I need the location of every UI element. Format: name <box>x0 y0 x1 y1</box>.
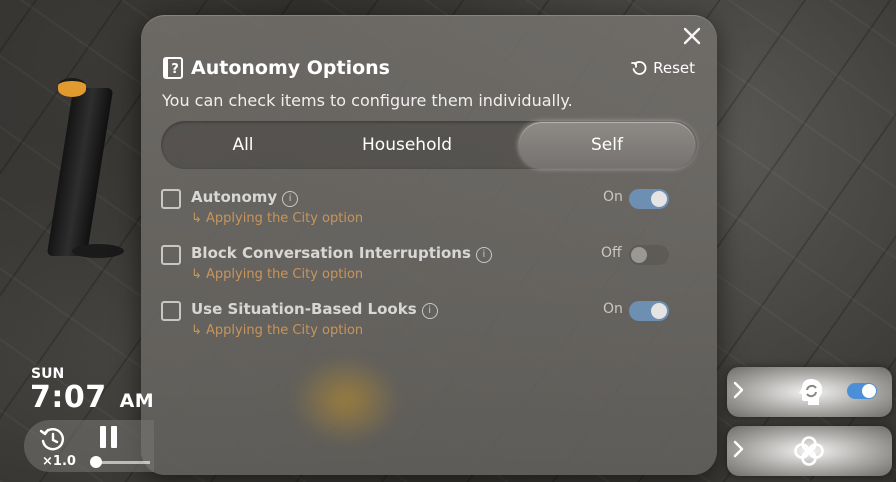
dialog-header: ? Autonomy Options <box>163 57 390 79</box>
option-autonomy: Autonomy i ↳ Applying the City option On <box>161 188 681 237</box>
dialog-subtitle: You can check items to configure them in… <box>162 91 573 110</box>
tab-self[interactable]: Self <box>519 122 695 168</box>
pause-button[interactable] <box>98 426 120 448</box>
info-icon[interactable]: i <box>421 303 438 319</box>
clover-icon[interactable] <box>793 435 825 467</box>
block-conversation-checkbox[interactable] <box>161 245 181 265</box>
option-label: Block Conversation Interruptions <box>191 244 471 262</box>
chevron-right-icon[interactable] <box>733 380 745 405</box>
speed-label: ×1.0 <box>42 454 76 469</box>
speed-slider-track[interactable] <box>100 461 150 464</box>
toggle-state-label: On <box>603 301 623 317</box>
option-label: Autonomy <box>191 188 278 206</box>
clock-time: 7:07 AM <box>30 380 154 415</box>
option-label: Use Situation-Based Looks <box>191 300 417 318</box>
needs-quick-panel <box>727 426 892 476</box>
option-situation-looks: Use Situation-Based Looks i ↳ Applying th… <box>161 300 681 349</box>
reset-icon <box>631 60 647 75</box>
head-refresh-icon[interactable] <box>795 376 827 408</box>
option-sublabel-text: Applying the City option <box>206 267 364 282</box>
autonomy-checkbox[interactable] <box>161 189 181 209</box>
tab-all[interactable]: All <box>161 121 325 169</box>
bollard <box>46 78 124 258</box>
svg-text:?: ? <box>171 62 179 77</box>
block-conversation-toggle[interactable] <box>629 245 669 265</box>
tab-household[interactable]: Household <box>325 121 489 169</box>
autonomy-quick-toggle[interactable] <box>847 383 877 399</box>
option-sublabel: ↳ Applying the City option <box>191 323 364 338</box>
situation-looks-toggle[interactable] <box>629 301 669 321</box>
close-icon[interactable] <box>681 27 703 49</box>
autonomy-toggle[interactable] <box>629 189 669 209</box>
info-icon[interactable]: i <box>282 191 299 207</box>
option-block-conversation: Block Conversation Interruptions i ↳ Appl… <box>161 244 681 293</box>
time-controls: ×1.0 <box>24 420 154 472</box>
toggle-state-label: On <box>603 189 623 205</box>
time-value: 7:07 <box>30 380 107 415</box>
speed-slider-handle[interactable] <box>90 456 102 468</box>
option-sublabel-text: Applying the City option <box>206 211 364 226</box>
dialog-title: Autonomy Options <box>191 57 390 79</box>
chevron-right-icon[interactable] <box>733 439 745 464</box>
history-clock-icon[interactable] <box>38 425 68 453</box>
option-sublabel: ↳ Applying the City option <box>191 211 364 226</box>
reset-button[interactable]: Reset <box>631 59 695 77</box>
reset-label: Reset <box>653 59 695 77</box>
time-ampm: AM <box>119 390 155 412</box>
option-sublabel-text: Applying the City option <box>206 323 364 338</box>
autonomy-quick-panel <box>727 367 892 417</box>
toggle-state-label: Off <box>601 245 622 261</box>
option-sublabel: ↳ Applying the City option <box>191 267 364 282</box>
book-question-icon: ? <box>163 57 183 79</box>
info-icon[interactable]: i <box>475 247 492 263</box>
situation-looks-checkbox[interactable] <box>161 301 181 321</box>
autonomy-options-dialog: ? Autonomy Options Reset You can check i… <box>141 15 717 475</box>
scope-tabs: All Household Self <box>161 121 697 169</box>
